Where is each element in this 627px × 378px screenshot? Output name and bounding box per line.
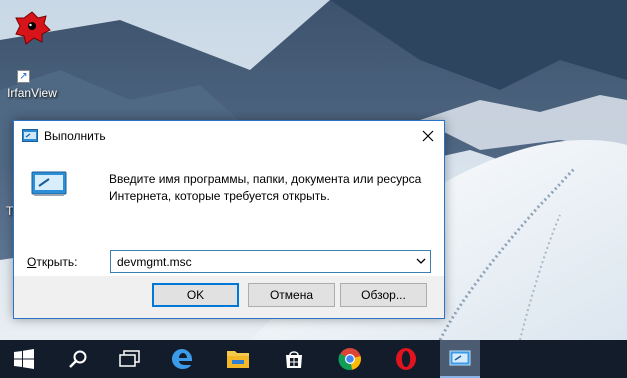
dialog-description: Введите имя программы, папки, документа …	[109, 171, 439, 205]
taskbar-store[interactable]	[274, 340, 314, 378]
open-field-label: Открыть:	[27, 255, 77, 269]
taskbar-chrome[interactable]	[330, 340, 370, 378]
taskbar-edge[interactable]	[162, 340, 202, 378]
dialog-content: Введите имя программы, папки, документа …	[14, 151, 444, 276]
taskbar-opera[interactable]	[386, 340, 426, 378]
store-icon	[286, 351, 302, 368]
chrome-icon	[338, 348, 361, 371]
shortcut-arrow-icon: ↗	[17, 70, 30, 83]
browse-button[interactable]: Обзор...	[340, 283, 427, 307]
open-input[interactable]	[111, 251, 401, 272]
description-line-1: Введите имя программы, папки, документа …	[109, 172, 422, 186]
cancel-button[interactable]: Отмена	[248, 283, 335, 307]
run-icon	[449, 350, 471, 366]
search-icon	[69, 350, 87, 368]
taskbar	[0, 340, 627, 378]
open-combobox[interactable]	[110, 250, 431, 273]
run-program-icon	[31, 171, 67, 202]
edge-icon	[172, 349, 192, 369]
windows-start-icon	[14, 349, 34, 369]
ok-button[interactable]: OK	[152, 283, 239, 307]
dialog-title: Выполнить	[44, 129, 106, 143]
run-dialog: Выполнить Введите имя программы, папки, …	[13, 120, 445, 319]
irfanview-icon: ↗	[7, 11, 57, 96]
open-label-rest: ткрыть:	[36, 255, 78, 269]
start-button[interactable]	[4, 340, 44, 378]
task-view-button[interactable]	[110, 340, 150, 378]
opera-icon	[396, 348, 416, 370]
description-line-2: Интернета, которые требуется открыть.	[109, 189, 330, 203]
dialog-titlebar[interactable]: Выполнить	[14, 121, 444, 151]
open-label-accelerator: О	[27, 255, 37, 269]
chevron-down-icon[interactable]	[415, 255, 427, 267]
desktop-icon-irfanview[interactable]: ↗ IrfanView	[4, 4, 60, 114]
run-title-icon	[22, 129, 38, 148]
taskbar-run[interactable]	[440, 340, 480, 378]
search-button[interactable]	[58, 340, 98, 378]
file-explorer-icon	[227, 351, 249, 368]
task-view-icon	[119, 350, 140, 367]
close-icon	[422, 130, 434, 142]
close-button[interactable]	[412, 121, 444, 151]
taskbar-file-explorer[interactable]	[218, 340, 258, 378]
dialog-button-bar: OK Отмена Обзор...	[14, 276, 444, 320]
